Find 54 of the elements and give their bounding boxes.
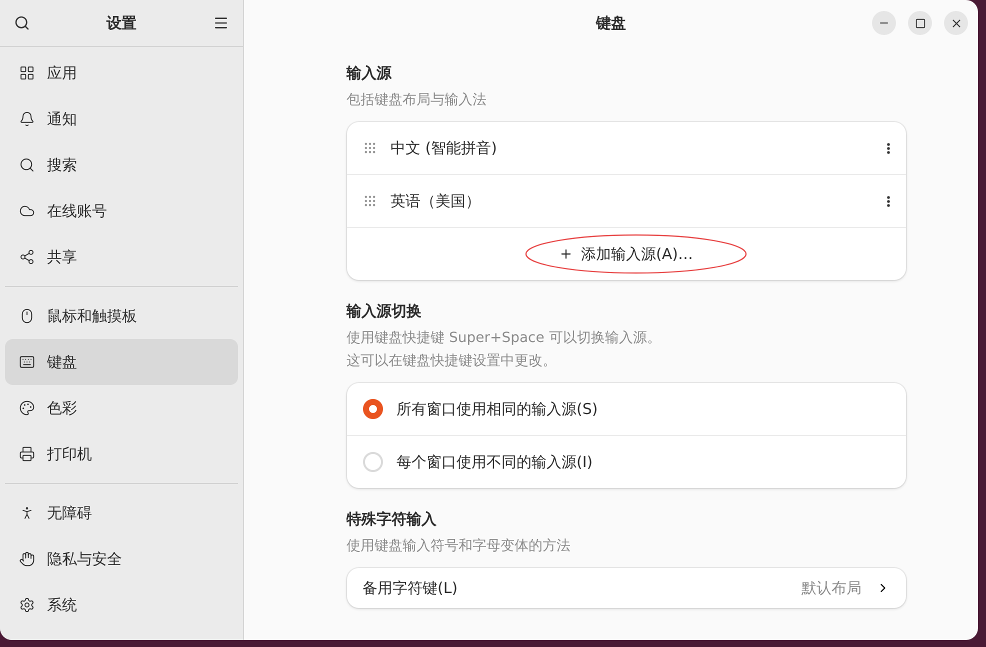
section-description: 使用键盘快捷键 Super+Space 可以切换输入源。 [346,329,662,348]
sidebar-item[interactable]: 打印机 [5,431,238,477]
input-source-label: 英语（美国） [390,192,482,210]
maximize-icon [914,18,926,28]
section-title: 特殊字符输入 [346,510,438,529]
printer-icon [19,446,35,462]
search-button[interactable] [14,15,30,31]
hand-icon [19,551,35,567]
more-icon [886,142,890,154]
more-button[interactable] [886,196,890,206]
maximize-button[interactable] [908,11,932,35]
sidebar-item[interactable]: 隐私与安全 [5,536,238,582]
section-subtitle: 包括键盘布局与输入法 [346,91,488,110]
section-title: 输入源 [346,64,393,83]
bell-icon [19,111,35,127]
share-icon [19,249,35,265]
sidebar-title: 设置 [106,14,136,32]
close-icon [950,16,962,30]
more-icon [886,196,890,206]
radio-button[interactable] [362,399,382,419]
sidebar-item[interactable]: 搜索 [5,142,238,188]
gear-icon [19,597,35,613]
close-button[interactable] [944,11,968,35]
sidebar-item[interactable]: 无障碍 [5,490,238,536]
row-label: 备用字符键(L) [362,578,459,598]
section-title: 输入源切换 [346,302,422,321]
drag-handle-icon[interactable] [362,194,376,208]
sidebar-item[interactable]: 通知 [5,96,238,142]
menu-button[interactable] [213,15,229,31]
menu-icon [213,15,229,31]
sidebar-item[interactable]: 鼠标和触摸板 [5,293,238,339]
input-source-label: 中文 (智能拼音) [390,138,498,158]
window-title: 键盘 [596,14,626,32]
sidebar-item[interactable]: 键盘 [5,339,238,385]
sidebar-item[interactable]: 系统 [5,582,238,628]
plus-icon [559,247,574,261]
apps-icon [19,65,35,81]
keyboard-icon [19,354,35,370]
radio-label: 每个窗口使用不同的输入源(I) [396,452,594,472]
radio-label: 所有窗口使用相同的输入源(S) [396,400,599,418]
color-icon [19,400,35,416]
mouse-icon [19,308,35,324]
sidebar-item[interactable]: 色彩 [5,385,238,431]
search-icon [14,15,30,31]
sidebar-item[interactable]: 应用 [5,50,238,96]
drag-handle-icon[interactable] [362,141,376,155]
section-subtitle: 使用键盘输入符号和字母变体的方法 [346,537,572,556]
sidebar-item[interactable]: 在线账号 [5,188,238,234]
sidebar-item[interactable]: 共享 [5,234,238,280]
more-button[interactable] [886,142,890,154]
section-description: 这可以在键盘快捷键设置中更改。 [346,352,558,371]
search-icon [19,157,35,173]
cloud-icon [19,203,35,219]
row-value: 默认布局 [802,578,862,598]
